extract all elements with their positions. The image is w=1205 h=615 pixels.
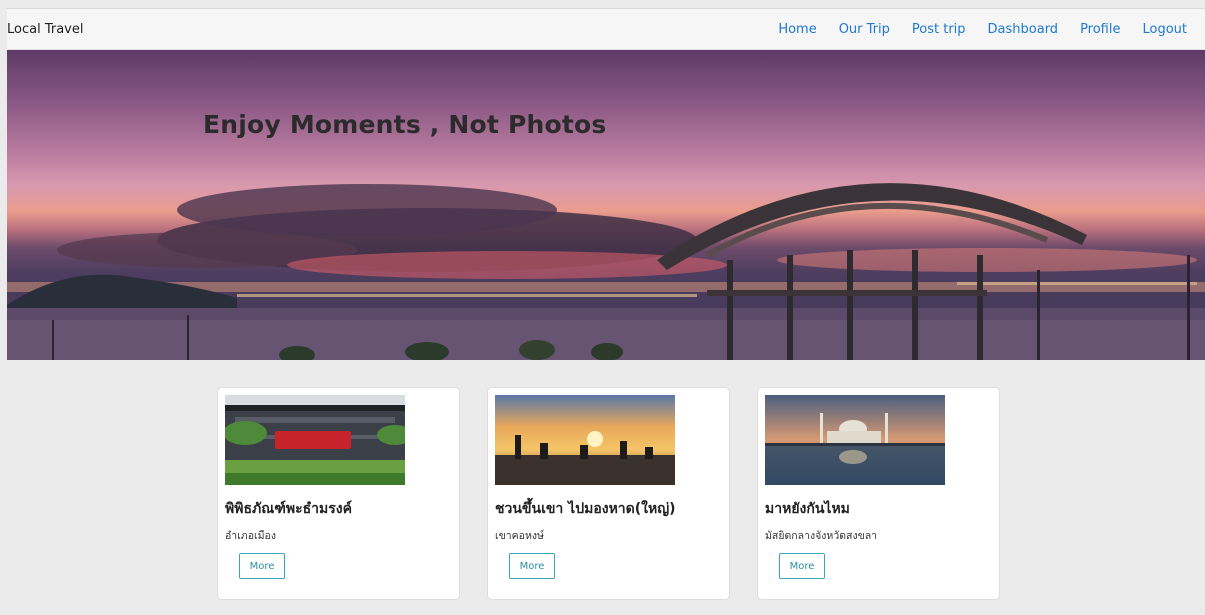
nav-link-our-trip[interactable]: Our Trip — [839, 22, 890, 37]
trip-card-image — [225, 395, 405, 485]
trip-card-location: มัสยิดกลางจังหวัดสงขลา — [765, 530, 878, 542]
trip-card-location: อำเภอเมือง — [225, 530, 276, 542]
trip-card: มาหยังกันไหม มัสยิดกลางจังหวัดสงขลา More — [757, 387, 1000, 600]
trip-card: ชวนขึ้นเขา ไปมองหาด(ใหญ่) เขาคอหงษ์ More — [487, 387, 730, 600]
page: Local Travel Home Our Trip Post trip Das… — [0, 0, 1205, 615]
more-button[interactable]: More — [779, 553, 825, 579]
trip-card: พิพิธภัณฑ์พะธำมรงค์ อำเภอเมือง More — [217, 387, 460, 600]
nav-link-logout[interactable]: Logout — [1142, 22, 1187, 37]
brand-logo[interactable]: Local Travel — [7, 22, 83, 37]
trip-card-title: ชวนขึ้นเขา ไปมองหาด(ใหญ่) — [495, 501, 676, 517]
trip-card-image — [765, 395, 945, 485]
more-button[interactable]: More — [509, 553, 555, 579]
more-button[interactable]: More — [239, 553, 285, 579]
trip-card-image — [495, 395, 675, 485]
trip-card-title: พิพิธภัณฑ์พะธำมรงค์ — [225, 501, 352, 517]
nav-link-post-trip[interactable]: Post trip — [912, 22, 966, 37]
trip-card-title: มาหยังกันไหม — [765, 501, 850, 517]
nav-link-home[interactable]: Home — [778, 22, 816, 37]
nav-links: Home Our Trip Post trip Dashboard Profil… — [756, 22, 1187, 37]
nav-link-profile[interactable]: Profile — [1080, 22, 1120, 37]
hero-title: Enjoy Moments , Not Photos — [203, 110, 607, 139]
trip-card-location: เขาคอหงษ์ — [495, 530, 544, 542]
hero-banner: Enjoy Moments , Not Photos — [7, 50, 1205, 360]
nav-link-dashboard[interactable]: Dashboard — [988, 22, 1059, 37]
navbar: Local Travel Home Our Trip Post trip Das… — [7, 8, 1205, 50]
hero-scene-image — [7, 183, 1205, 360]
